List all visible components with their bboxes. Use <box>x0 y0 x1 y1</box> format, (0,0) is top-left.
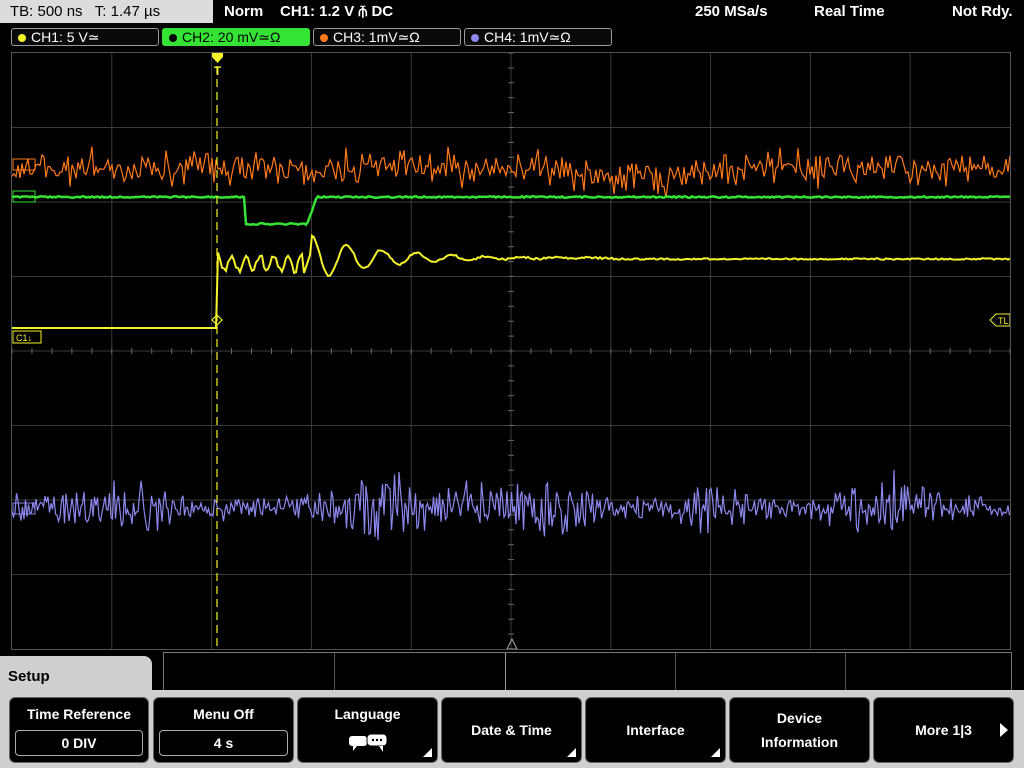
trigger-level-marker[interactable]: TL <box>989 313 1010 327</box>
tab-ch4[interactable]: CH4: 1mV≃Ω <box>464 28 612 46</box>
waveform-canvas: T C1↓ TL <box>12 53 1010 649</box>
language-label: Language <box>334 706 401 722</box>
status-bar: TB: 500 ns T: 1.47 µs Norm CH1: 1.2 V ⫚ … <box>0 0 1024 25</box>
time-reference-label: Time Reference <box>26 706 131 722</box>
submenu-corner-icon <box>711 748 720 757</box>
sample-rate: 250 MSa/s <box>695 3 768 20</box>
waveform-display[interactable]: T C1↓ TL <box>11 52 1011 650</box>
trigger-time-value: T: 1.47 µs <box>94 3 161 20</box>
graticule <box>12 53 1010 649</box>
ch1-level-marker[interactable]: C1↓ <box>12 330 42 344</box>
ch3-dot-icon <box>320 34 328 42</box>
ch4-dot-icon <box>471 34 479 42</box>
ch1-dot-icon <box>18 34 26 42</box>
date-time-label: Date & Time <box>471 722 552 738</box>
device-information-label: Device Information <box>761 710 838 750</box>
ch3-label: CH3: 1mV≃Ω <box>333 29 420 45</box>
ch4-label: CH4: 1mV≃Ω <box>484 29 571 45</box>
menu-off-label: Menu Off <box>193 706 254 722</box>
device-information-button[interactable]: Device Information <box>729 697 870 763</box>
more-button[interactable]: More 1|3 <box>873 697 1014 763</box>
menu-off-button[interactable]: Menu Off 4 s <box>153 697 294 763</box>
acquisition-type: Real Time <box>814 3 885 20</box>
ch1-label: CH1: 5 V≃ <box>31 29 100 45</box>
date-time-button[interactable]: Date & Time <box>441 697 582 763</box>
language-button[interactable]: Language <box>297 697 438 763</box>
more-label: More 1|3 <box>915 722 972 738</box>
tab-ch3[interactable]: CH3: 1mV≃Ω <box>313 28 461 46</box>
horizontal-center-icon <box>506 637 518 649</box>
interface-label: Interface <box>626 722 685 738</box>
speech-bubble-icon <box>348 733 387 752</box>
tab-ch1[interactable]: CH1: 5 V≃ <box>11 28 159 46</box>
menu-title: Setup <box>0 656 152 696</box>
arrow-right-icon <box>1000 723 1008 737</box>
ch3-level-marker[interactable] <box>12 158 36 171</box>
submenu-corner-icon <box>423 748 432 757</box>
trigger-marker-label: T <box>214 64 222 78</box>
ch1-marker-label: C1↓ <box>16 333 32 343</box>
acquisition-mode: Norm <box>224 3 264 20</box>
submenu-corner-icon <box>567 748 576 757</box>
interface-button[interactable]: Interface <box>585 697 726 763</box>
tab-ch2[interactable]: CH2: 20 mV≃Ω <box>162 28 310 46</box>
trigger-position-marker[interactable]: T <box>212 53 223 78</box>
timebase-box[interactable]: TB: 500 ns T: 1.47 µs <box>0 0 213 23</box>
trigger-state: Not Rdy. <box>952 3 1013 20</box>
timebase-value: TB: 500 ns <box>10 3 83 20</box>
menu-off-value: 4 s <box>159 730 288 756</box>
ch2-dot-icon <box>169 34 177 42</box>
aux-display-strip <box>163 652 1012 692</box>
ch2-label: CH2: 20 mV≃Ω <box>182 29 281 45</box>
trigger-setting: CH1: 1.2 V ⫚ DC <box>280 3 394 20</box>
time-reference-button[interactable]: Time Reference 0 DIV <box>9 697 149 763</box>
time-reference-value: 0 DIV <box>15 730 143 756</box>
trigger-level-label: TL <box>998 316 1009 326</box>
